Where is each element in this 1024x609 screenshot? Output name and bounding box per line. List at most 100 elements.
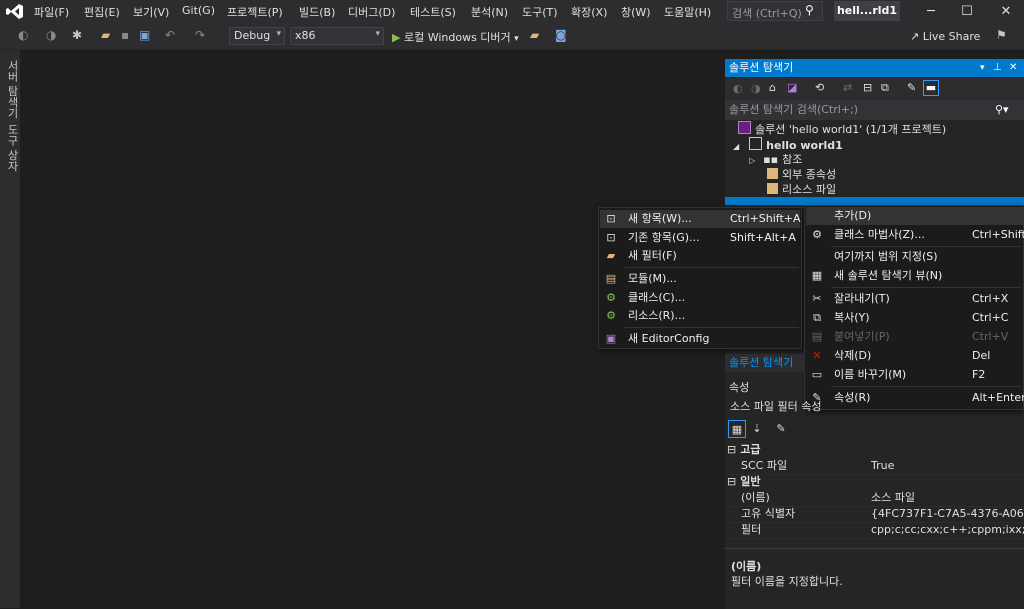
tree-item-resource-files[interactable]: 리소스 파일 (767, 182, 836, 197)
tree-item-project[interactable]: ◢ hello world1 (733, 137, 843, 152)
chevron-down-icon: ▾ (276, 29, 281, 39)
menu-item-new-solution-view[interactable]: ▦ 새 솔루션 탐색기 뷰(N) (806, 267, 1023, 285)
chevron-down-icon[interactable]: ▾ (980, 59, 985, 77)
tab-solution-explorer[interactable]: 솔루션 탐색기 (725, 354, 805, 372)
platform-dropdown[interactable]: x86 ▾ (290, 27, 384, 45)
menu-item-new-editorconfig[interactable]: ▣ 새 EditorConfig (600, 330, 800, 348)
wrench-icon[interactable]: ✎ (907, 81, 916, 94)
maximize-button[interactable]: ☐ (949, 0, 985, 23)
menu-window[interactable]: 창(W) (621, 4, 651, 20)
folder-icon[interactable]: ▰ (530, 28, 539, 42)
save-icon[interactable]: ▪ (121, 28, 129, 42)
menu-item-new-item[interactable]: ⊡ 새 항목(W)... Ctrl+Shift+A (600, 210, 801, 228)
property-row[interactable]: 필터 cpp;c;cc;cxx;c++;cppm;ixx;def;o (727, 522, 1024, 539)
toolbox-tab[interactable]: 도구 상자 (4, 124, 20, 172)
window-title: hell...rld1 (834, 1, 900, 21)
menu-item-class-wizard[interactable]: ⚙ 클래스 마법사(Z)... Ctrl+Shift+X (806, 226, 1024, 244)
pin-icon[interactable]: ⊥ (993, 59, 1002, 77)
back-icon[interactable]: ◐ (733, 82, 743, 95)
minimize-button[interactable]: ─ (913, 0, 949, 23)
collapse-icon: ⊟ (727, 475, 737, 488)
menu-separator (625, 327, 799, 328)
existing-item-icon: ⊡ (606, 231, 616, 244)
menu-item-existing-item[interactable]: ⊡ 기존 항목(G)... Shift+Alt+A (600, 229, 800, 247)
menu-build[interactable]: 빌드(B) (299, 4, 335, 20)
category-general[interactable]: ⊟ 일반 (727, 474, 1024, 490)
property-key: (이름) (741, 491, 770, 504)
collapse-all-icon[interactable]: ⊟ (863, 81, 872, 94)
menu-edit[interactable]: 편집(E) (84, 4, 120, 20)
visual-studio-logo-icon[interactable] (6, 3, 24, 20)
menu-item-copy[interactable]: ⧉ 복사(Y) Ctrl+C (806, 309, 1023, 327)
menu-extensions[interactable]: 확장(X) (571, 4, 607, 20)
property-value: True (871, 459, 895, 472)
server-explorer-tab[interactable]: 서버 탐색기 (4, 60, 20, 119)
close-button[interactable]: ✕ (988, 0, 1024, 23)
menu-item-label: 클래스(C)... (628, 291, 686, 304)
menu-git[interactable]: Git(G) (182, 4, 215, 17)
switch-views-icon[interactable]: ◪ (787, 81, 797, 94)
undo-icon[interactable]: ↶ (165, 28, 175, 42)
navigate-back-icon[interactable]: ◐ (18, 28, 28, 42)
menu-debug[interactable]: 디버그(D) (348, 4, 395, 20)
show-all-files-icon[interactable]: ⧉ (881, 81, 889, 95)
open-file-icon[interactable]: ▰ (101, 28, 110, 42)
menu-tools[interactable]: 도구(T) (522, 4, 558, 20)
properties-object-selector[interactable]: 소스 파일 필터 속성 (725, 398, 1024, 416)
menu-item-scope-to-this[interactable]: 여기까지 범위 지정(S) (806, 248, 1023, 266)
redo-icon[interactable]: ↷ (195, 28, 205, 42)
class-icon: ⚙ (606, 291, 616, 304)
config-dropdown[interactable]: Debug ▾ (229, 27, 285, 45)
property-row[interactable]: 고유 식별자 {4FC737F1-C7A5-4376-A066-2 (727, 506, 1024, 523)
forward-icon[interactable]: ◑ (751, 82, 761, 95)
menu-separator (831, 246, 1021, 247)
menu-view[interactable]: 보기(V) (133, 4, 169, 20)
menu-item-class[interactable]: ⚙ 클래스(C)... (600, 289, 800, 307)
pending-changes-icon[interactable]: ⟲ (815, 81, 824, 94)
property-description: (이름) 필터 이름을 지정합니다. (725, 548, 1024, 609)
preview-icon[interactable]: ▬ (923, 80, 939, 96)
search-icon[interactable]: ⚲ (805, 3, 814, 17)
feedback-icon[interactable]: ⚑ (996, 28, 1007, 42)
wrench-icon[interactable]: ✎ (772, 420, 790, 438)
menu-item-resource[interactable]: ⚙ 리소스(R)... (600, 307, 800, 325)
menu-file[interactable]: 파일(F) (34, 4, 69, 20)
menu-item-new-filter[interactable]: ▰ 새 필터(F) (600, 247, 800, 265)
tree-item-source-files-selected[interactable] (725, 197, 1024, 205)
property-row[interactable]: SCC 파일 True (727, 458, 1024, 475)
start-debug-button[interactable]: ▶ 로컬 Windows 디버거 ▾ (392, 29, 519, 45)
menu-item-delete[interactable]: ✕ 삭제(D) Del (806, 347, 1023, 365)
menu-item-cut[interactable]: ✂ 잘라내기(T) Ctrl+X (806, 290, 1023, 308)
menu-help[interactable]: 도움말(H) (664, 4, 711, 20)
live-share-button[interactable]: ↗ Live Share (910, 30, 980, 43)
category-advanced[interactable]: ⊟ 고급 (727, 442, 1024, 458)
property-row[interactable]: (이름) 소스 파일 (727, 490, 1024, 507)
properties-toolbar (725, 418, 1024, 440)
tree-item-solution[interactable]: 솔루션 'hello world1' (1/1개 프로젝트) (738, 121, 946, 136)
property-value: cpp;c;cc;cxx;c++;cppm;ixx;def;o (871, 523, 1024, 536)
menu-item-module[interactable]: ▤ 모듈(M)... (600, 270, 800, 288)
class-wizard-icon: ⚙ (812, 228, 822, 241)
solution-explorer-search[interactable]: 솔루션 탐색기 검색(Ctrl+;) ⚲▾ (725, 100, 1024, 120)
platform-value: x86 (295, 29, 316, 42)
sync-icon[interactable]: ⇄ (843, 81, 852, 94)
category-label: 일반 (740, 475, 761, 488)
menu-project[interactable]: 프로젝트(P) (227, 4, 283, 20)
alphabetical-icon[interactable]: ⇣ (748, 420, 766, 438)
close-panel-icon[interactable]: ✕ (1009, 59, 1017, 77)
new-project-icon[interactable]: ✱ (72, 28, 82, 42)
search-icon[interactable]: ⚲▾ (995, 100, 1009, 120)
tree-item-external-deps[interactable]: 외부 종속성 (767, 167, 836, 182)
solution-explorer-toolbar: ◐ ◑ ⌂ ◪ ⟲ ⇄ ⊟ ⧉ ✎ ▬ (725, 78, 1024, 100)
categorized-icon[interactable]: ▦ (728, 420, 746, 438)
tree-item-references[interactable]: ▷ ▪▪ 참조 (749, 152, 802, 167)
menu-analyze[interactable]: 분석(N) (471, 4, 508, 20)
home-icon[interactable]: ⌂ (769, 81, 776, 94)
config-value: Debug (234, 29, 271, 42)
screenshot-icon[interactable]: ◙ (555, 28, 567, 42)
navigate-forward-icon[interactable]: ◑ (46, 28, 56, 42)
live-share-label: Live Share (922, 30, 981, 43)
save-all-icon[interactable]: ▣ (139, 28, 150, 42)
menu-test[interactable]: 테스트(S) (410, 4, 456, 20)
menu-item-add[interactable]: 추가(D) (806, 207, 1023, 225)
